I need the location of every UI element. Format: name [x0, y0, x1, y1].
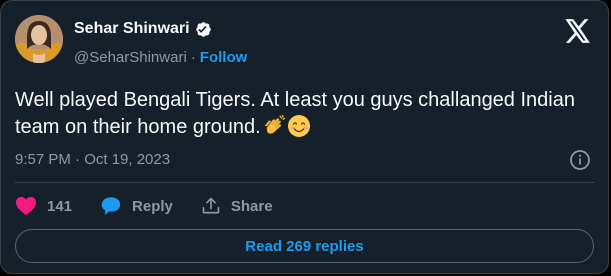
reply-bubble-icon — [101, 197, 121, 216]
share-icon — [202, 197, 220, 214]
like-count: 141 — [47, 197, 73, 215]
share-button[interactable]: Share — [201, 196, 273, 216]
like-button[interactable]: 141 — [15, 196, 72, 216]
author-handle[interactable]: @SeharShinwari — [74, 49, 187, 66]
verified-badge-icon — [195, 21, 211, 37]
read-replies-button[interactable]: Read 269 replies — [15, 229, 594, 263]
divider — [15, 182, 594, 183]
tweet-text: Well played Bengali Tigers. At least you… — [15, 87, 600, 141]
clapping-hands-emoji — [264, 114, 285, 134]
x-logo-icon[interactable] — [565, 19, 591, 43]
reply-label: Reply — [132, 197, 173, 215]
avatar[interactable] — [15, 15, 63, 63]
reply-button[interactable]: Reply — [100, 195, 173, 217]
follow-button[interactable]: Follow — [200, 49, 248, 66]
tweet-actions: 141 Reply Share — [15, 194, 301, 218]
tweet-embed-card: Sehar Shinwari @SeharShinwari · Follow W… — [0, 0, 609, 274]
tweet-timestamp[interactable]: 9:57 PM · Oct 19, 2023 — [15, 151, 170, 168]
smiling-face-emoji — [287, 115, 310, 137]
author-display-name[interactable]: Sehar Shinwari — [74, 20, 190, 38]
share-label: Share — [230, 197, 273, 215]
heart-icon — [16, 196, 36, 216]
handle-separator: · — [190, 49, 196, 66]
info-icon[interactable] — [569, 149, 591, 171]
